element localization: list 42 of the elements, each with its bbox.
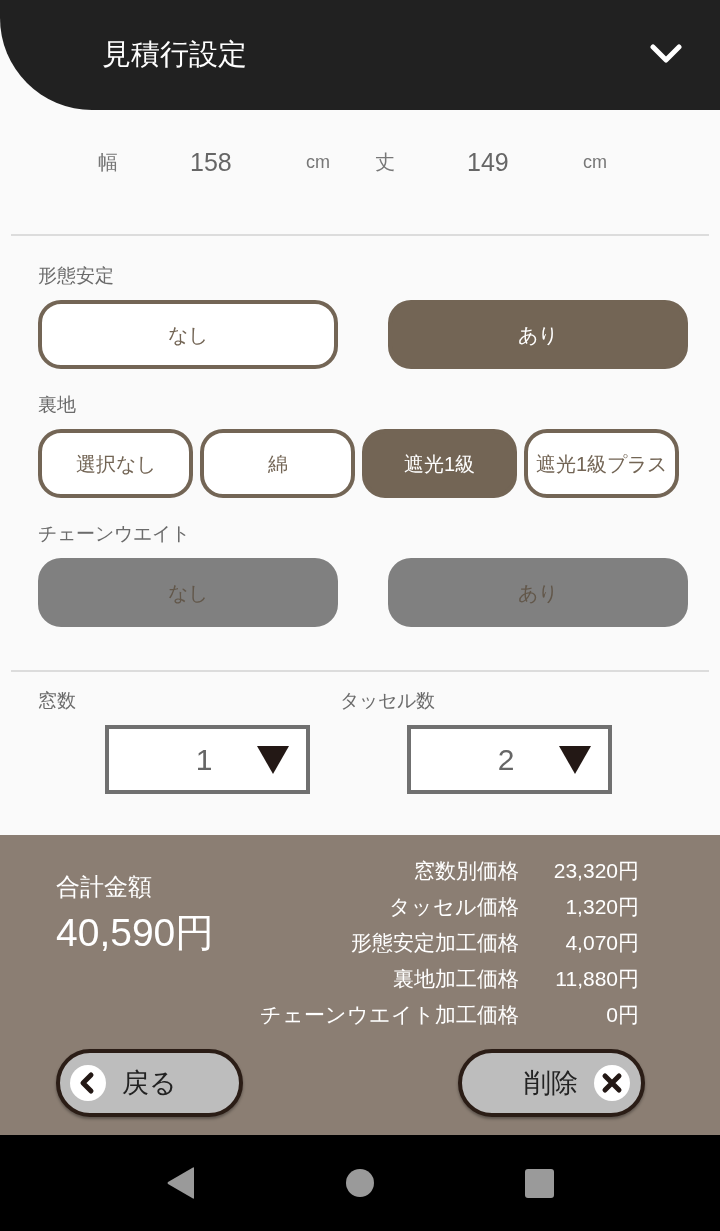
chevron-left-icon [70, 1065, 106, 1101]
price-label: 形態安定加工価格 [351, 930, 519, 956]
price-value: 1,320円 [564, 894, 639, 920]
home-circle-icon[interactable] [345, 1169, 374, 1197]
quantity-label: 窓数 [38, 690, 76, 711]
option-group-label: チェーンウエイト [38, 523, 190, 544]
total-label: 合計金額 [56, 873, 152, 900]
price-value: 0円 [605, 1002, 639, 1028]
price-label: 窓数別価格 [414, 858, 519, 884]
recent-apps-square-icon[interactable] [524, 1168, 554, 1198]
back-triangle-icon[interactable] [166, 1167, 195, 1199]
price-value: 11,880円 [554, 966, 639, 992]
dropdown-field[interactable]: 2 [407, 725, 612, 794]
price-label: 裏地加工価格 [393, 966, 519, 992]
dimension-label: 丈 [375, 151, 395, 173]
price-label: タッセル価格 [389, 894, 519, 920]
back-button[interactable]: 戻る [56, 1049, 243, 1117]
unit-label: cm [583, 152, 607, 172]
price-value: 23,320円 [552, 858, 639, 884]
option-button[interactable]: 綿 [200, 429, 355, 498]
close-icon [594, 1065, 630, 1101]
option-button[interactable]: なし [38, 300, 338, 369]
delete-button[interactable]: 削除 [458, 1049, 645, 1117]
option-button[interactable]: あり [388, 300, 688, 369]
dropdown-field[interactable]: 1 [105, 725, 310, 794]
option-group-label: 形態安定 [38, 265, 114, 286]
option-button[interactable]: 遮光1級プラス [524, 429, 679, 498]
price-label: チェーンウエイト加工価格 [260, 1002, 519, 1028]
chevron-down-icon[interactable] [650, 44, 682, 64]
option-group-label: 裏地 [38, 394, 76, 415]
option-button[interactable]: 選択なし [38, 429, 193, 498]
dropdown-triangle-icon [559, 745, 591, 774]
unit-label: cm [306, 152, 330, 172]
price-value: 4,070円 [564, 930, 639, 956]
option-button[interactable]: 遮光1級 [362, 429, 517, 498]
dropdown-triangle-icon [257, 745, 289, 774]
quantity-label: タッセル数 [340, 690, 435, 711]
total-amount: 40,590円 [56, 911, 215, 954]
dimension-label: 幅 [98, 151, 118, 173]
dimension-value: 158 [190, 148, 232, 176]
screen-title: 見積行設定 [102, 36, 247, 72]
dimension-value: 149 [467, 148, 509, 176]
